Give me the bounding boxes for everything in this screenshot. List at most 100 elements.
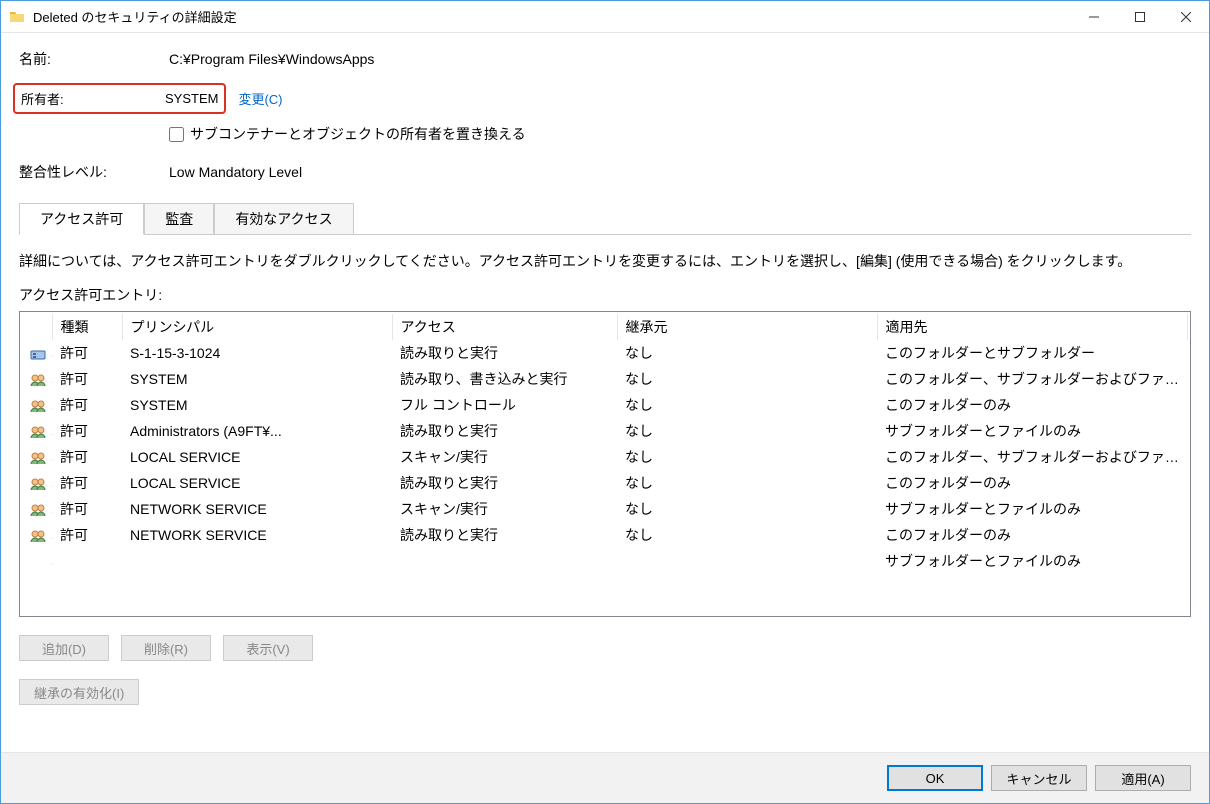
group-icon <box>30 450 46 466</box>
row-inherited: なし <box>617 418 877 444</box>
row-type <box>52 548 122 574</box>
row-applies: このフォルダーのみ <box>877 522 1188 548</box>
row-icon-cell <box>22 470 52 496</box>
row-icon-cell <box>22 496 52 522</box>
replace-owner-row: サブコンテナーとオブジェクトの所有者を置き換える <box>169 124 1191 144</box>
group-icon <box>30 476 46 492</box>
tab-effective-access[interactable]: 有効なアクセス <box>214 203 353 235</box>
row-applies: サブフォルダーとファイルのみ <box>877 496 1188 522</box>
minimize-button[interactable] <box>1071 1 1117 32</box>
owner-value: SYSTEM <box>165 91 218 106</box>
folder-icon <box>9 9 25 25</box>
col-icon-header[interactable] <box>22 314 52 340</box>
table-row[interactable]: 許可Administrators (A9FT¥...読み取りと実行なしサブフォル… <box>22 418 1188 444</box>
remove-button[interactable]: 削除(R) <box>121 635 211 661</box>
row-principal <box>122 548 392 574</box>
table-row[interactable]: 許可NETWORK SERVICEスキャン/実行なしサブフォルダーとファイルのみ <box>22 496 1188 522</box>
row-type: 許可 <box>52 340 122 366</box>
row-type: 許可 <box>52 444 122 470</box>
name-label: 名前: <box>19 49 169 69</box>
enable-inheritance-button[interactable]: 継承の有効化(I) <box>19 679 139 705</box>
view-button[interactable]: 表示(V) <box>223 635 313 661</box>
name-row: 名前: C:¥Program Files¥WindowsApps <box>19 49 1191 69</box>
col-applies-header[interactable]: 適用先 <box>877 314 1188 340</box>
integrity-row: 整合性レベル: Low Mandatory Level <box>19 162 1191 182</box>
col-type-header[interactable]: 種類 <box>52 314 122 340</box>
row-access: 読み取り、書き込みと実行 <box>392 366 617 392</box>
col-principal-header[interactable]: プリンシパル <box>122 314 392 340</box>
row-applies: このフォルダー、サブフォルダーおよびファイル <box>877 444 1188 470</box>
permission-entries-table: 種類 プリンシパル アクセス 継承元 適用先 許可S-1-15-3-1024読み… <box>19 311 1191 617</box>
row-icon-cell <box>22 522 52 548</box>
row-principal: S-1-15-3-1024 <box>122 340 392 366</box>
table-row[interactable]: 許可S-1-15-3-1024読み取りと実行なしこのフォルダーとサブフォルダー <box>22 340 1188 366</box>
owner-label: 所有者: <box>15 89 165 108</box>
row-access: 読み取りと実行 <box>392 418 617 444</box>
row-type: 許可 <box>52 470 122 496</box>
inherit-buttons: 継承の有効化(I) <box>19 679 1191 705</box>
row-icon-cell <box>22 392 52 418</box>
tab-permissions[interactable]: アクセス許可 <box>19 203 144 235</box>
row-inherited: なし <box>617 496 877 522</box>
change-owner-link[interactable]: 変更(C) <box>238 89 282 108</box>
tab-content-permissions: 詳細については、アクセス許可エントリをダブルクリックしてください。アクセス許可エ… <box>19 235 1191 752</box>
window-title: Deleted のセキュリティの詳細設定 <box>33 7 1071 26</box>
row-principal: SYSTEM <box>122 392 392 418</box>
table-row[interactable]: 許可SYSTEMフル コントロールなしこのフォルダーのみ <box>22 392 1188 418</box>
row-icon-cell <box>22 366 52 392</box>
cancel-button[interactable]: キャンセル <box>991 765 1087 791</box>
row-applies: サブフォルダーとファイルのみ <box>877 548 1188 574</box>
row-access: スキャン/実行 <box>392 496 617 522</box>
group-icon <box>30 502 46 518</box>
tabs: アクセス許可 監査 有効なアクセス <box>19 202 1191 235</box>
row-icon-cell <box>22 548 52 574</box>
tab-auditing[interactable]: 監査 <box>144 203 214 235</box>
advanced-security-window: Deleted のセキュリティの詳細設定 名前: C:¥Program File… <box>0 0 1210 804</box>
group-icon <box>30 528 46 544</box>
table-row[interactable]: サブフォルダーとファイルのみ <box>22 548 1188 574</box>
row-icon-cell <box>22 418 52 444</box>
row-principal: LOCAL SERVICE <box>122 444 392 470</box>
group-icon <box>30 424 46 440</box>
dialog-footer: OK キャンセル 適用(A) <box>1 752 1209 803</box>
maximize-button[interactable] <box>1117 1 1163 32</box>
ok-button[interactable]: OK <box>887 765 983 791</box>
row-applies: このフォルダーとサブフォルダー <box>877 340 1188 366</box>
col-access-header[interactable]: アクセス <box>392 314 617 340</box>
row-type: 許可 <box>52 522 122 548</box>
row-inherited: なし <box>617 470 877 496</box>
row-type: 許可 <box>52 496 122 522</box>
row-inherited: なし <box>617 366 877 392</box>
owner-highlight: 所有者: SYSTEM <box>13 83 226 114</box>
close-button[interactable] <box>1163 1 1209 32</box>
table-row[interactable]: 許可NETWORK SERVICE読み取りと実行なしこのフォルダーのみ <box>22 522 1188 548</box>
content-area: 名前: C:¥Program Files¥WindowsApps 所有者: SY… <box>1 33 1209 752</box>
replace-owner-checkbox[interactable] <box>169 127 184 142</box>
row-principal: Administrators (A9FT¥... <box>122 418 392 444</box>
hint-text: 詳細については、アクセス許可エントリをダブルクリックしてください。アクセス許可エ… <box>19 251 1191 271</box>
row-applies: このフォルダーのみ <box>877 392 1188 418</box>
row-type: 許可 <box>52 366 122 392</box>
 <box>30 554 46 570</box>
integrity-value: Low Mandatory Level <box>169 164 302 180</box>
apply-button[interactable]: 適用(A) <box>1095 765 1191 791</box>
titlebar: Deleted のセキュリティの詳細設定 <box>1 1 1209 33</box>
row-access: 読み取りと実行 <box>392 522 617 548</box>
row-type: 許可 <box>52 392 122 418</box>
col-inherited-header[interactable]: 継承元 <box>617 314 877 340</box>
table-row[interactable]: 許可LOCAL SERVICEスキャン/実行なしこのフォルダー、サブフォルダーお… <box>22 444 1188 470</box>
row-access: フル コントロール <box>392 392 617 418</box>
row-access: スキャン/実行 <box>392 444 617 470</box>
sid-icon <box>30 346 46 362</box>
owner-row: 所有者: SYSTEM 変更(C) <box>19 83 1191 114</box>
table-row[interactable]: 許可LOCAL SERVICE読み取りと実行なしこのフォルダーのみ <box>22 470 1188 496</box>
row-principal: SYSTEM <box>122 366 392 392</box>
row-inherited: なし <box>617 340 877 366</box>
row-access: 読み取りと実行 <box>392 340 617 366</box>
add-button[interactable]: 追加(D) <box>19 635 109 661</box>
row-icon-cell <box>22 340 52 366</box>
row-applies: サブフォルダーとファイルのみ <box>877 418 1188 444</box>
entries-label: アクセス許可エントリ: <box>19 285 1191 305</box>
row-icon-cell <box>22 444 52 470</box>
table-row[interactable]: 許可SYSTEM読み取り、書き込みと実行なしこのフォルダー、サブフォルダーおよび… <box>22 366 1188 392</box>
